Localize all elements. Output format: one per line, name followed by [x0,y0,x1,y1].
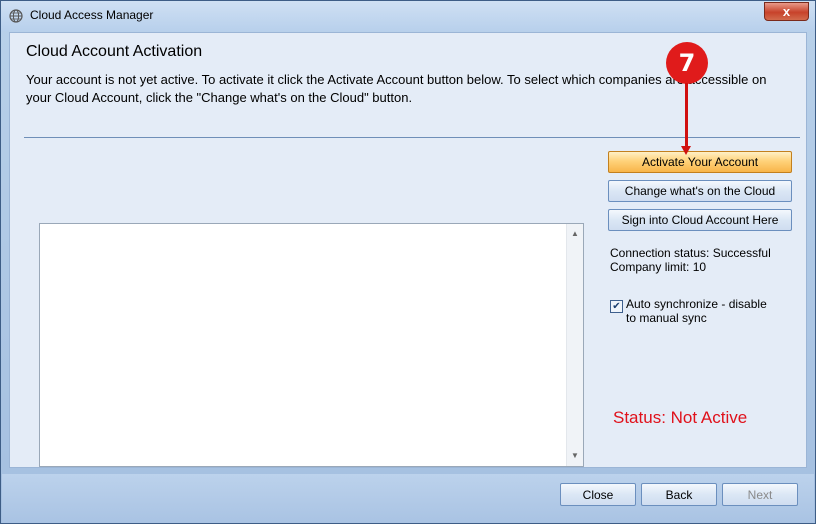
companies-list[interactable]: ▲ ▼ [39,223,584,467]
next-button[interactable]: Next [722,483,798,506]
activate-account-button[interactable]: Activate Your Account [608,151,792,173]
close-button[interactable]: Close [560,483,636,506]
annotation-arrow-head [681,146,691,155]
header-divider [24,137,800,138]
auto-sync-label: Auto synchronize - disable to manual syn… [626,297,767,325]
connection-status: Connection status: Successful [610,246,771,260]
dialog-window: Cloud Access Manager x Cloud Account Act… [0,0,816,524]
sign-in-cloud-button[interactable]: Sign into Cloud Account Here [608,209,792,231]
annotation-arrow-line [685,83,688,149]
page-title: Cloud Account Activation [26,43,203,60]
change-cloud-button[interactable]: Change what's on the Cloud [608,180,792,202]
close-icon: x [782,4,791,19]
globe-icon [9,9,23,23]
title-bar[interactable]: Cloud Access Manager x [1,1,815,31]
dialog-footer: Close Back Next [2,474,814,523]
arrow-down-icon[interactable]: ▼ [570,451,580,461]
vertical-scrollbar[interactable]: ▲ ▼ [566,224,583,466]
auto-sync-row[interactable]: ✔ Auto synchronize - disable to manual s… [610,297,776,325]
step-number-badge: 7 [666,42,708,84]
connection-info: Connection status: Successful Company li… [610,246,771,274]
arrow-up-icon[interactable]: ▲ [570,229,580,239]
auto-sync-checkbox[interactable]: ✔ [610,300,623,313]
company-limit: Company limit: 10 [610,260,707,274]
window-close-button[interactable]: x [764,2,809,21]
back-button[interactable]: Back [641,483,717,506]
window-title: Cloud Access Manager [30,8,154,22]
account-status: Status: Not Active [613,408,748,427]
